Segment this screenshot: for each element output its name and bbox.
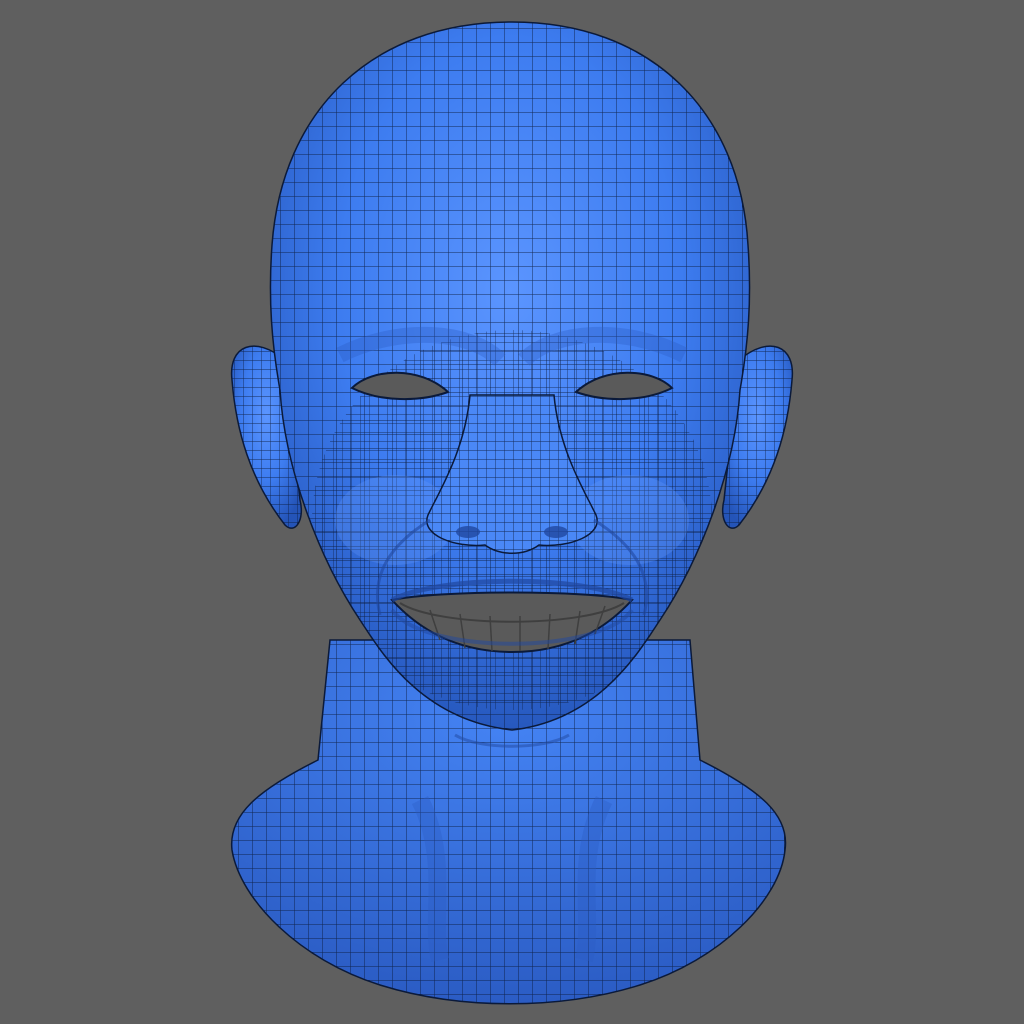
viewport-canvas [230,21,794,1005]
3d-viewport[interactable] [0,0,1024,1024]
